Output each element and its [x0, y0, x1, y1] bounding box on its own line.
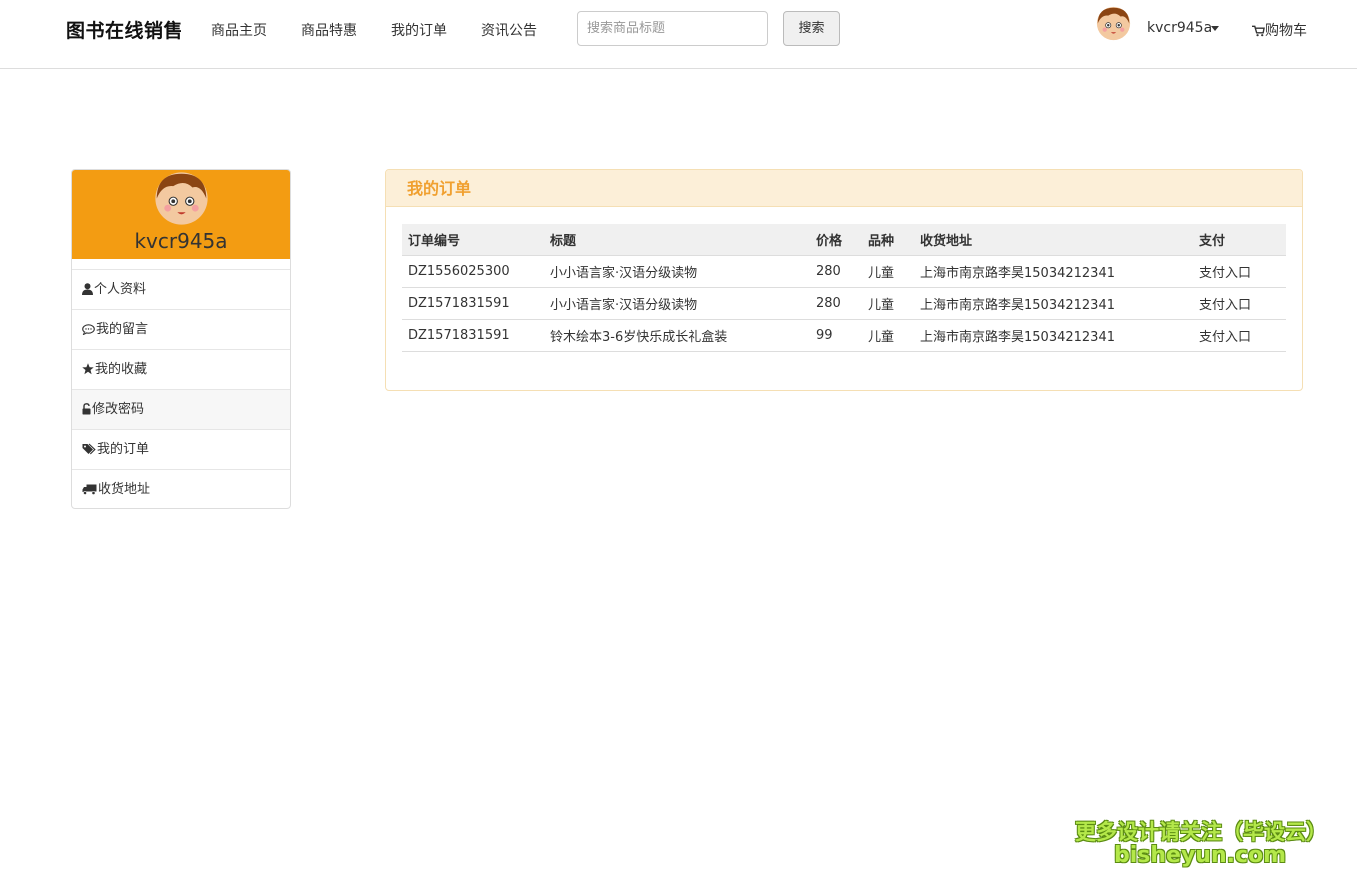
sidebar-header: kvcr945a [72, 170, 290, 259]
cart-icon [1252, 25, 1265, 37]
order-address: 上海市南京路李昊15034212341 [914, 319, 1193, 352]
cart-label: 购物车 [1265, 23, 1307, 39]
avatar-icon[interactable] [1096, 6, 1131, 41]
pay-link[interactable]: 支付入口 [1199, 330, 1251, 345]
chevron-down-icon[interactable] [1211, 26, 1219, 31]
sidebar-item-profile[interactable]: 个人资料 [72, 269, 290, 309]
sidebar-item-favorites[interactable]: 我的收藏 [72, 349, 290, 389]
order-title: 小小语言家·汉语分级读物 [544, 287, 810, 320]
nav-link-home[interactable]: 商品主页 [211, 20, 267, 40]
column-header: 品种 [862, 224, 914, 256]
unlock-icon [82, 403, 91, 415]
orders-panel: 我的订单 订单编号 标题 价格 品种 收货地址 支付 DZ1556025300 … [385, 169, 1303, 391]
order-address: 上海市南京路李昊15034212341 [914, 287, 1193, 320]
top-navbar: 图书在线销售 商品主页 商品特惠 我的订单 资讯公告 搜索 kvcr945a 购… [0, 0, 1357, 69]
truck-icon [82, 484, 97, 495]
sidebar-username: kvcr945a [134, 229, 228, 253]
avatar-icon [155, 172, 208, 225]
star-icon [82, 363, 94, 375]
sidebar-item-label: 收货地址 [98, 482, 151, 497]
sidebar-item-my-orders[interactable]: 我的订单 [72, 429, 290, 469]
order-address: 上海市南京路李昊15034212341 [914, 255, 1193, 288]
panel-title: 我的订单 [386, 170, 1302, 207]
sidebar-item-messages[interactable]: 我的留言 [72, 309, 290, 349]
column-header: 标题 [544, 224, 810, 256]
brand-title[interactable]: 图书在线销售 [66, 16, 183, 43]
sidebar-item-address[interactable]: 收货地址 [72, 469, 290, 508]
search-input[interactable] [577, 11, 768, 46]
sidebar-item-label: 修改密码 [92, 402, 145, 417]
cart-link[interactable]: 购物车 [1252, 20, 1307, 40]
nav-link-news[interactable]: 资讯公告 [481, 20, 537, 40]
comment-icon [82, 324, 95, 335]
column-header: 收货地址 [914, 224, 1193, 256]
column-header: 支付 [1193, 224, 1286, 256]
order-title: 小小语言家·汉语分级读物 [544, 255, 810, 288]
orders-table: 订单编号 标题 价格 品种 收货地址 支付 DZ1556025300 小小语言家… [402, 224, 1286, 352]
user-sidebar: kvcr945a 个人资料 我的留言 我的收藏 修改密码 我的订单 收货地址 [71, 169, 291, 509]
sidebar-item-label: 我的留言 [96, 322, 149, 337]
table-row: DZ1571831591 小小语言家·汉语分级读物 280 儿童 上海市南京路李… [402, 287, 1286, 320]
sidebar-item-label: 个人资料 [94, 282, 147, 297]
search-button[interactable]: 搜索 [783, 11, 840, 46]
watermark-line-1: 更多设计请关注（毕设云） [1075, 820, 1327, 844]
order-title: 铃木绘本3-6岁快乐成长礼盒装 [544, 319, 810, 352]
table-row: DZ1556025300 小小语言家·汉语分级读物 280 儿童 上海市南京路李… [402, 255, 1286, 288]
pay-link[interactable]: 支付入口 [1199, 266, 1251, 281]
order-category: 儿童 [862, 255, 914, 288]
order-id: DZ1556025300 [402, 255, 544, 288]
table-row: DZ1571831591 铃木绘本3-6岁快乐成长礼盒装 99 儿童 上海市南京… [402, 319, 1286, 352]
nav-link-deals[interactable]: 商品特惠 [301, 20, 357, 40]
order-category: 儿童 [862, 287, 914, 320]
order-price: 280 [810, 287, 862, 320]
column-header: 价格 [810, 224, 862, 256]
sidebar-item-change-password[interactable]: 修改密码 [72, 389, 290, 429]
user-icon [82, 283, 93, 295]
order-category: 儿童 [862, 319, 914, 352]
order-id: DZ1571831591 [402, 319, 544, 352]
order-price: 99 [810, 319, 862, 352]
order-id: DZ1571831591 [402, 287, 544, 320]
nav-link-orders[interactable]: 我的订单 [391, 20, 447, 40]
pay-link[interactable]: 支付入口 [1199, 298, 1251, 313]
table-header-row: 订单编号 标题 价格 品种 收货地址 支付 [402, 224, 1286, 256]
user-dropdown[interactable]: kvcr945a [1147, 20, 1212, 36]
watermark-line-2: bisheyun.com [1114, 843, 1287, 868]
column-header: 订单编号 [402, 224, 544, 256]
sidebar-item-label: 我的收藏 [95, 362, 148, 377]
order-price: 280 [810, 255, 862, 288]
sidebar-item-label: 我的订单 [97, 442, 150, 457]
tags-icon [82, 443, 96, 455]
